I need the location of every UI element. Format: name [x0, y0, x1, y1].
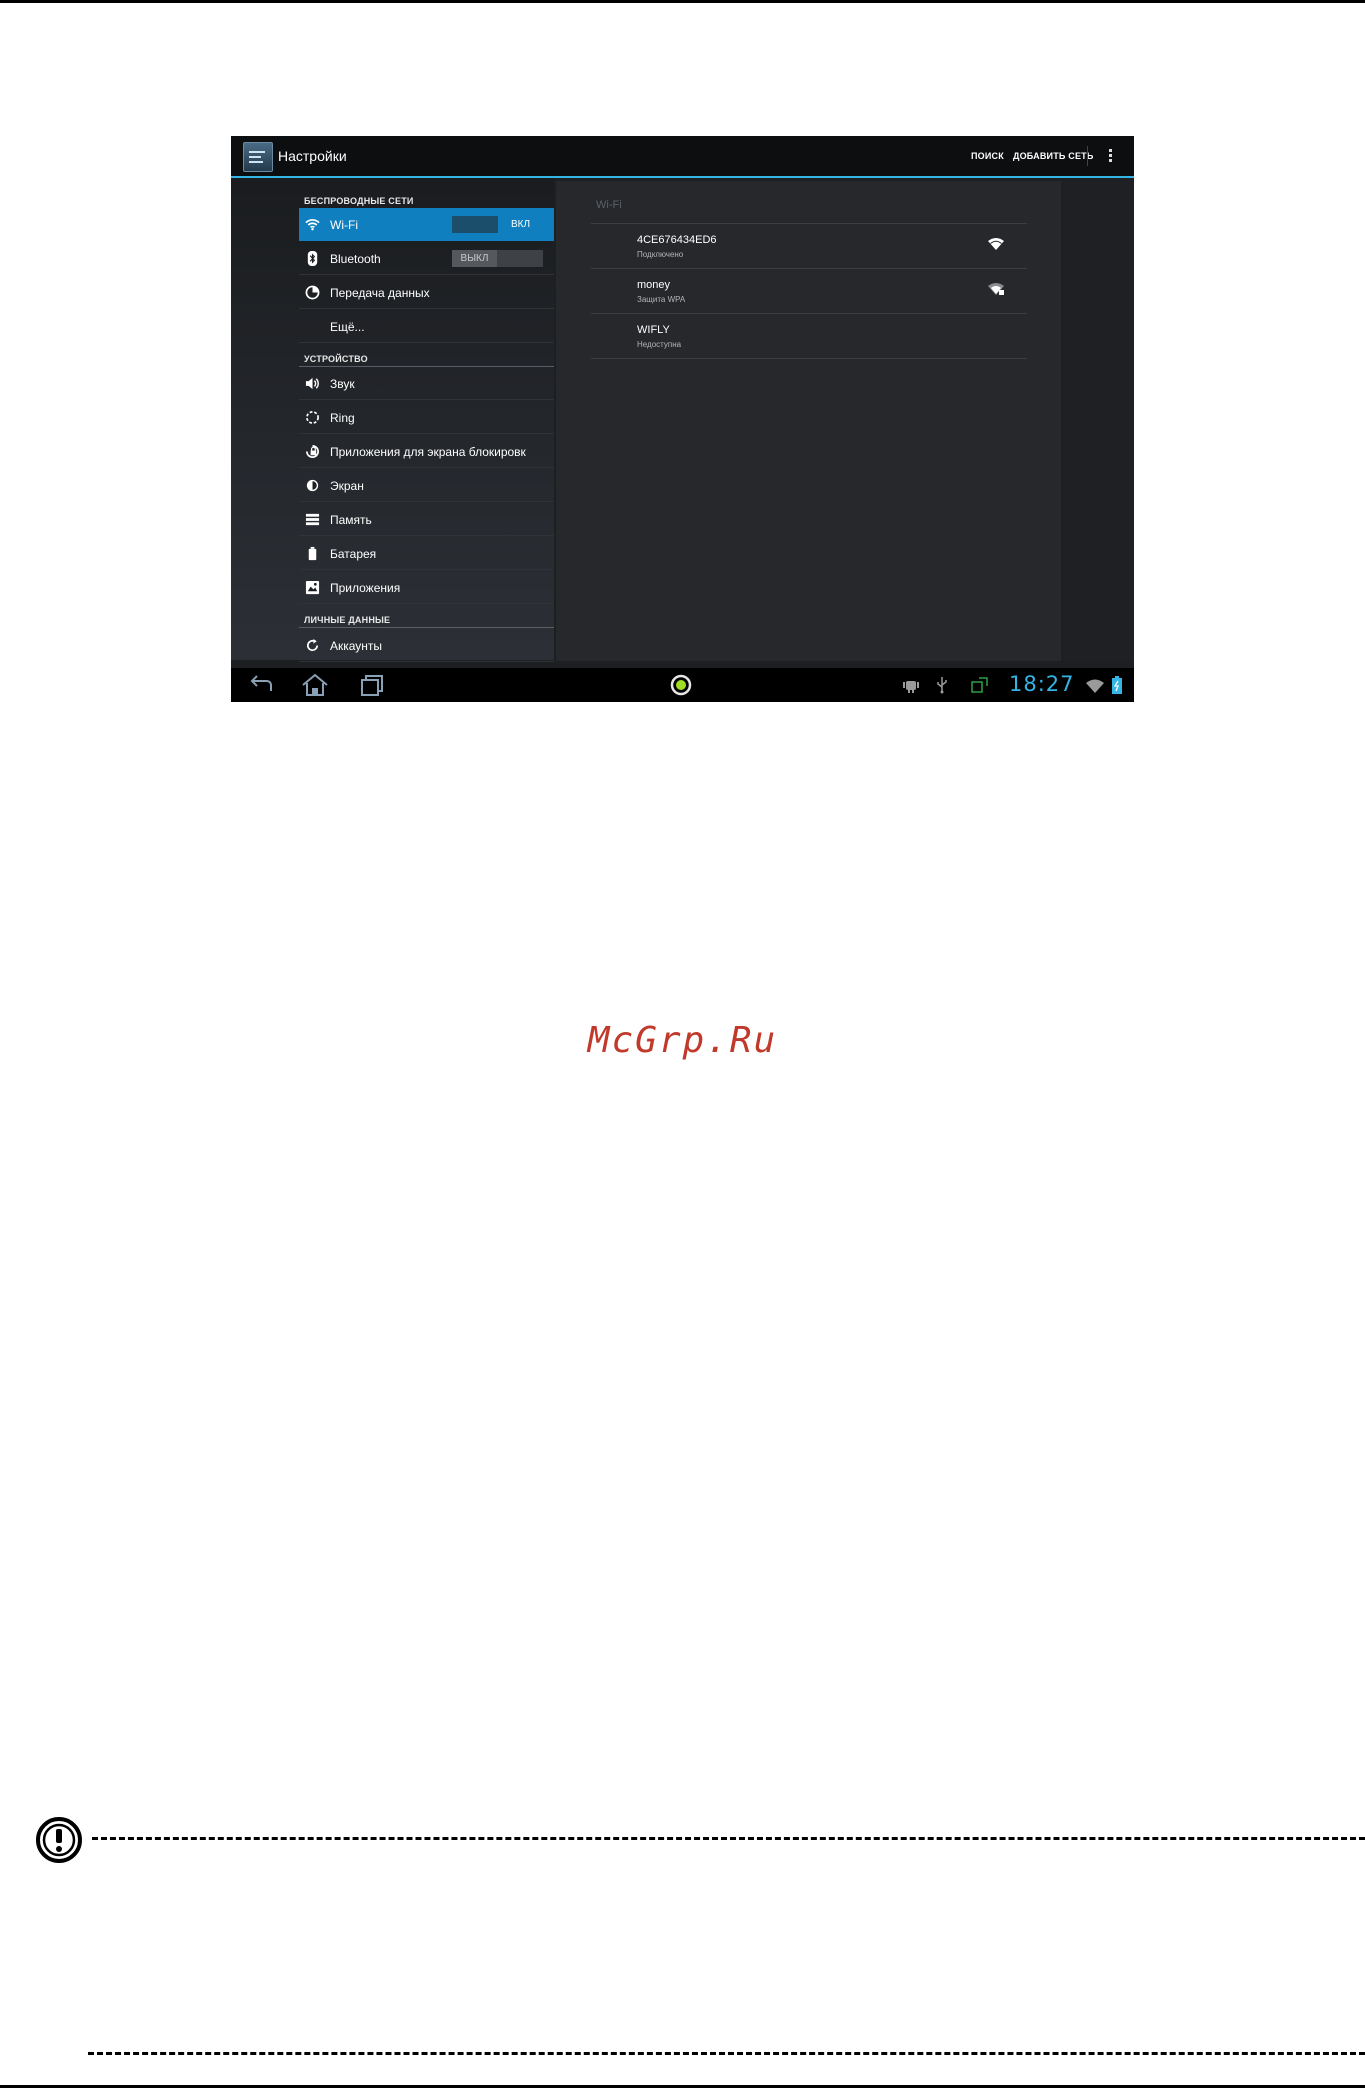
- usb-icon: [937, 677, 947, 694]
- section-header-wireless: БЕСПРОВОДНЫЕ СЕТИ: [304, 196, 414, 206]
- pane-title: Wi-Fi: [596, 199, 622, 211]
- android-debug-icon: [903, 681, 919, 693]
- network-item[interactable]: WIFLY Недоступна: [591, 313, 1027, 359]
- settings-item-label: Приложения: [330, 581, 401, 595]
- section-divider: [299, 627, 554, 628]
- settings-item-accounts[interactable]: Аккаунты: [299, 629, 554, 662]
- action-divider: [1087, 146, 1088, 166]
- settings-item-label: Аккаунты: [330, 639, 383, 653]
- wifi-locked-icon: [988, 283, 1004, 295]
- ring-icon: [306, 411, 319, 424]
- overflow-menu-icon[interactable]: [1109, 149, 1113, 165]
- settings-item-battery[interactable]: Батарея: [299, 537, 554, 570]
- app-title: Настройки: [278, 148, 347, 164]
- network-status: Защита WPA: [637, 295, 686, 304]
- tablet-screenshot: Настройки ПОИСК ДОБАВИТЬ СЕТЬ БЕСПРОВОДН…: [231, 136, 1134, 702]
- settings-item-ring[interactable]: Ring: [299, 401, 554, 434]
- add-network-action[interactable]: ДОБАВИТЬ СЕТЬ: [1013, 151, 1094, 161]
- settings-item-more[interactable]: Ещё...: [299, 310, 554, 343]
- bluetooth-toggle[interactable]: ВЫКЛ: [452, 250, 543, 267]
- battery-status-icon: [1112, 676, 1122, 694]
- volume-icon: [305, 377, 319, 390]
- watermark: McGrp.Ru: [587, 1020, 778, 1061]
- network-ssid: 4CE676434ED6: [637, 234, 717, 246]
- launcher-icon[interactable]: [669, 673, 693, 697]
- apps-icon: [305, 580, 320, 595]
- settings-item-label: Bluetooth: [330, 252, 381, 266]
- data-usage-icon: [305, 285, 320, 300]
- battery-icon: [308, 546, 317, 561]
- settings-item-label: Батарея: [330, 547, 377, 561]
- brightness-icon: [306, 479, 319, 492]
- network-item[interactable]: money Защита WPA: [591, 268, 1027, 314]
- top-rule: [0, 0, 1365, 3]
- status-clock: 18:27: [1009, 672, 1075, 696]
- bluetooth-toggle-label: ВЫКЛ: [452, 250, 497, 267]
- settings-item-label: Звук: [330, 377, 355, 391]
- bottom-rule: [0, 2085, 1365, 2088]
- note-divider-bottom: [88, 2052, 1365, 2055]
- network-ssid: money: [637, 279, 671, 291]
- lock-screen-icon: [306, 445, 319, 458]
- settings-item-label: Передача данных: [330, 286, 430, 300]
- wifi-toggle[interactable]: ВКЛ: [452, 216, 543, 233]
- settings-item-data-usage[interactable]: Передача данных: [299, 276, 554, 309]
- settings-item-apps[interactable]: Приложения: [299, 571, 554, 604]
- wifi-signal-icon: [988, 238, 1004, 250]
- settings-item-sound[interactable]: Звук: [299, 367, 554, 400]
- pane-edge: [1062, 178, 1134, 660]
- network-ssid: WIFLY: [637, 324, 670, 336]
- settings-app-icon[interactable]: [243, 142, 273, 172]
- back-icon[interactable]: [247, 673, 275, 697]
- settings-item-label: Экран: [330, 479, 364, 493]
- settings-list: БЕСПРОВОДНЫЕ СЕТИ Wi-Fi ВКЛ Bluetooth ВЫ…: [231, 178, 554, 662]
- settings-item-lock-screen-apps[interactable]: Приложения для экрана блокировк: [299, 435, 554, 468]
- section-header-device: УСТРОЙСТВО: [304, 354, 368, 364]
- wifi-toggle-label: ВКЛ: [498, 216, 543, 233]
- note-divider-top: [92, 1837, 1365, 1840]
- settings-item-storage[interactable]: Память: [299, 503, 554, 536]
- recent-apps-icon[interactable]: [359, 673, 387, 697]
- network-item[interactable]: 4CE676434ED6 Подключено: [591, 223, 1027, 269]
- search-action[interactable]: ПОИСК: [971, 151, 1004, 161]
- section-header-personal: ЛИЧНЫЕ ДАННЫЕ: [304, 615, 391, 625]
- settings-item-bluetooth[interactable]: Bluetooth ВЫКЛ: [299, 242, 554, 275]
- storage-icon: [305, 513, 320, 526]
- settings-item-label: Память: [330, 513, 372, 527]
- wifi-detail-pane: Wi-Fi 4CE676434ED6 Подключено money Защи…: [556, 181, 1061, 661]
- settings-item-label: Wi-Fi: [330, 218, 358, 232]
- system-bar: 18:27: [231, 668, 1134, 702]
- network-status: Подключено: [637, 250, 684, 259]
- screenshot-icon: [971, 677, 988, 693]
- wifi-status-icon: [1086, 679, 1104, 693]
- important-note-icon: [36, 1817, 82, 1863]
- bluetooth-icon: [307, 251, 318, 266]
- settings-item-label: Ring: [330, 411, 355, 425]
- home-icon[interactable]: [301, 673, 329, 697]
- settings-item-display[interactable]: Экран: [299, 469, 554, 502]
- settings-item-label: Ещё...: [330, 320, 365, 334]
- settings-item-label: Приложения для экрана блокировк: [330, 445, 526, 459]
- action-bar: Настройки ПОИСК ДОБАВИТЬ СЕТЬ: [231, 136, 1134, 178]
- network-status: Недоступна: [637, 340, 682, 349]
- list-divider: [591, 358, 1027, 359]
- sync-icon: [307, 638, 319, 651]
- wifi-icon: [305, 219, 320, 231]
- settings-item-wifi[interactable]: Wi-Fi ВКЛ: [299, 208, 554, 241]
